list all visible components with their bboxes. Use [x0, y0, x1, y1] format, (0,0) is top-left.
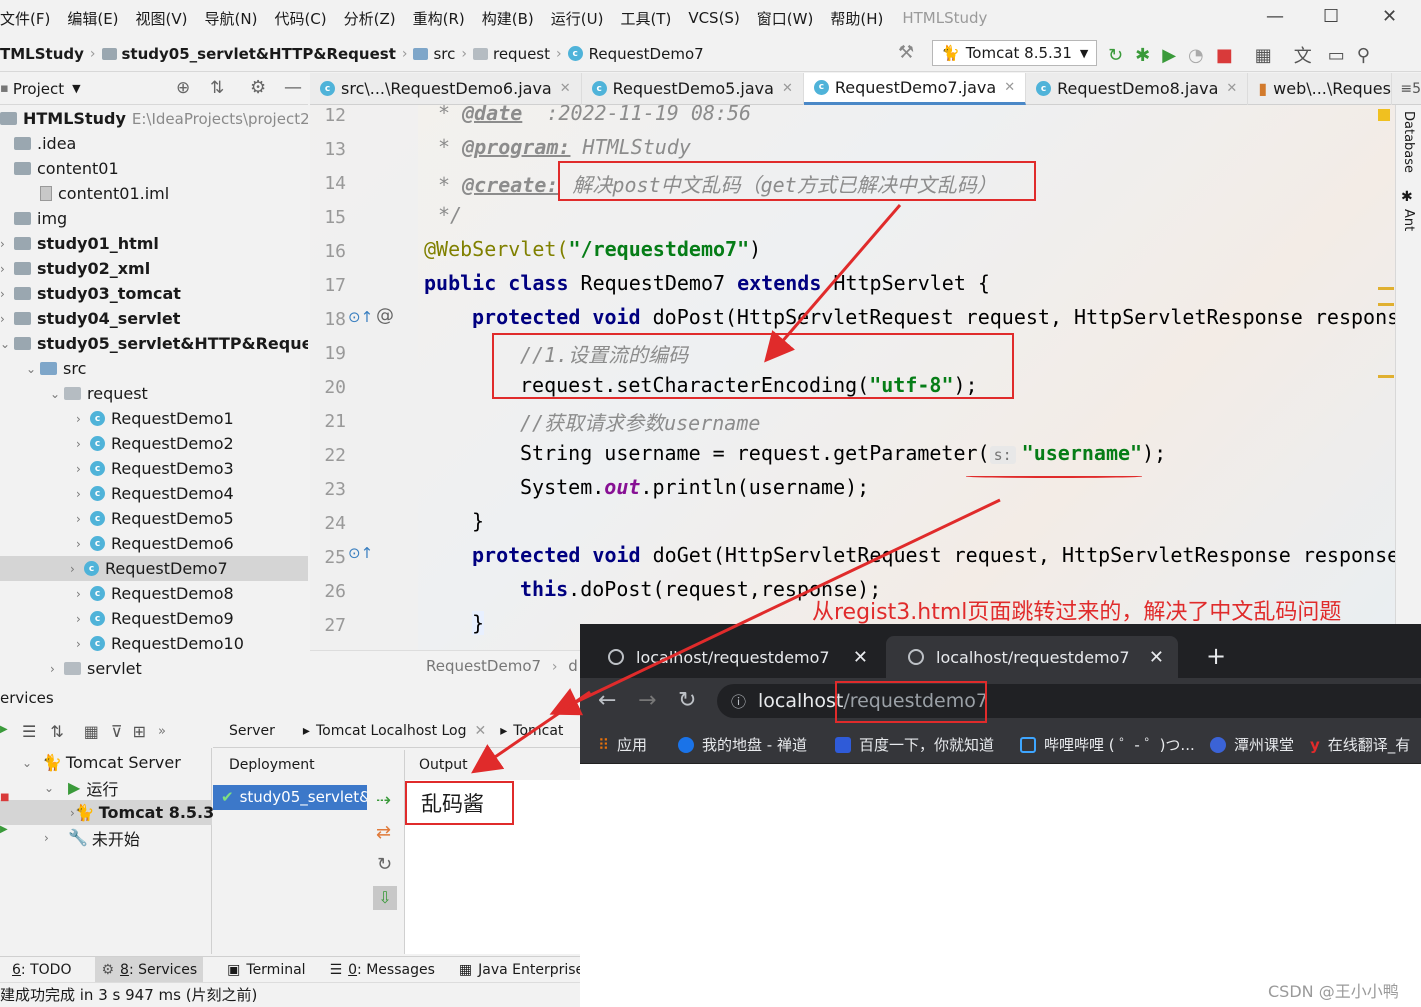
- arrow-create-to-encoding: [764, 204, 902, 363]
- arrow-to-output: [471, 690, 591, 774]
- annotation-arrows: [471, 204, 1001, 774]
- annotation-text: 从regist3.html页面跳转过来的，解决了中文乱码问题: [812, 600, 1342, 625]
- watermark: CSDN @王小小鸭: [1268, 982, 1399, 1001]
